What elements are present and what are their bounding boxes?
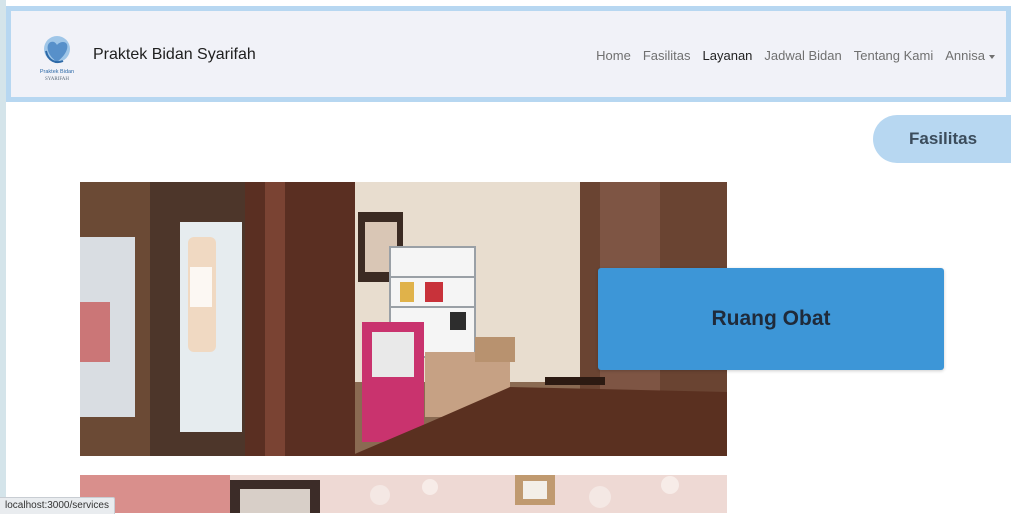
nav-links: Home Fasilitas Layanan Jadwal Bidan Tent… [596, 48, 995, 63]
logo-text-line1: Praktek Bidan [40, 69, 74, 75]
section-title: Fasilitas [909, 129, 978, 148]
status-bar-url: localhost:3000/services [0, 497, 115, 514]
facility-card-label: Ruang Obat [711, 307, 831, 330]
navbar: Praktek Bidan SYARIFAH Praktek Bidan Sya… [6, 6, 1011, 102]
caret-down-icon [989, 54, 995, 59]
brand-logo[interactable]: Praktek Bidan SYARIFAH [32, 31, 82, 83]
facility-photo-next [80, 475, 727, 513]
nav-home[interactable]: Home [596, 48, 631, 63]
heart-logo-icon: Praktek Bidan SYARIFAH [40, 36, 74, 82]
section-title-pill: Fasilitas [873, 115, 1011, 163]
nav-jadwal-bidan[interactable]: Jadwal Bidan [764, 48, 841, 63]
logo-text-line2: SYARIFAH [45, 77, 69, 82]
brand-name[interactable]: Praktek Bidan Syarifah [93, 46, 256, 64]
nav-fasilitas[interactable]: Fasilitas [643, 48, 691, 63]
nav-tentang-kami[interactable]: Tentang Kami [854, 48, 934, 63]
facility-card-ruang-obat[interactable]: Ruang Obat [598, 268, 944, 370]
user-menu-label: Annisa [945, 48, 985, 63]
nav-layanan[interactable]: Layanan [703, 48, 753, 63]
room-image-partial [80, 475, 727, 513]
user-menu-dropdown[interactable]: Annisa [945, 48, 995, 63]
